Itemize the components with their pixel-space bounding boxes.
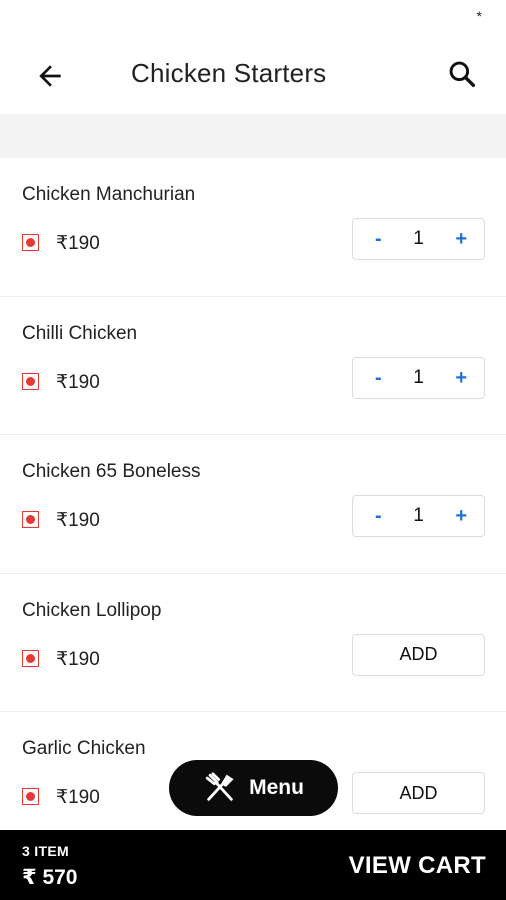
quantity-stepper: - 1 + (352, 495, 485, 537)
arrow-left-icon (39, 65, 61, 87)
item-name: Garlic Chicken (22, 738, 146, 759)
quantity-value: 1 (413, 505, 424, 526)
back-button[interactable] (30, 56, 70, 96)
search-icon (449, 61, 476, 88)
nonveg-icon (22, 372, 39, 390)
add-button[interactable]: ADD (352, 772, 485, 814)
status-bar: * (0, 0, 506, 32)
quantity-value: 1 (413, 366, 424, 388)
nonveg-icon (22, 649, 39, 667)
list-item: Chicken Lollipop ₹190 ADD (0, 574, 506, 712)
item-price: ₹190 (56, 233, 100, 254)
increment-button[interactable]: + (455, 506, 467, 526)
list-item: Chicken 65 Boneless ₹190 - 1 + (0, 435, 506, 574)
item-price: ₹190 (56, 648, 100, 670)
nonveg-icon (22, 511, 39, 528)
decrement-button[interactable]: - (375, 229, 382, 249)
status-indicator: * (476, 8, 482, 24)
menu-label: Menu (249, 776, 304, 799)
item-list: Chicken Manchurian ₹190 - 1 + Chilli Chi… (0, 158, 506, 830)
item-name: Chicken Lollipop (22, 599, 162, 621)
decrement-button[interactable]: - (375, 368, 382, 388)
add-button[interactable]: ADD (352, 633, 485, 676)
quantity-value: 1 (413, 228, 424, 249)
item-name: Chilli Chicken (22, 322, 138, 344)
cart-total: ₹ 570 (22, 866, 78, 889)
menu-button[interactable]: Menu (169, 760, 338, 816)
view-cart-button[interactable]: VIEW CART (349, 852, 486, 880)
quantity-stepper: - 1 + (352, 218, 485, 260)
item-price: ₹190 (56, 510, 100, 531)
list-item: Chicken Manchurian ₹190 - 1 + (0, 158, 506, 297)
item-name: Chicken 65 Boneless (22, 461, 201, 482)
cart-item-count: 3 ITEM (22, 843, 69, 859)
decrement-button[interactable]: - (375, 506, 382, 526)
search-button[interactable] (442, 54, 482, 94)
nonveg-icon (22, 234, 39, 251)
increment-button[interactable]: + (455, 229, 467, 249)
item-price: ₹190 (56, 371, 100, 393)
cart-bar[interactable]: 3 ITEM ₹ 570 VIEW CART (0, 830, 506, 900)
app-bar: Chicken Starters (0, 32, 506, 114)
fork-knife-icon (205, 772, 234, 801)
increment-button[interactable]: + (455, 368, 467, 388)
section-divider (0, 114, 506, 158)
page-title: Chicken Starters (131, 58, 327, 88)
list-item: Chilli Chicken ₹190 - 1 + (0, 297, 506, 435)
item-name: Chicken Manchurian (22, 184, 196, 205)
item-price: ₹190 (56, 787, 100, 808)
quantity-stepper: - 1 + (352, 356, 485, 399)
nonveg-icon (22, 788, 39, 805)
